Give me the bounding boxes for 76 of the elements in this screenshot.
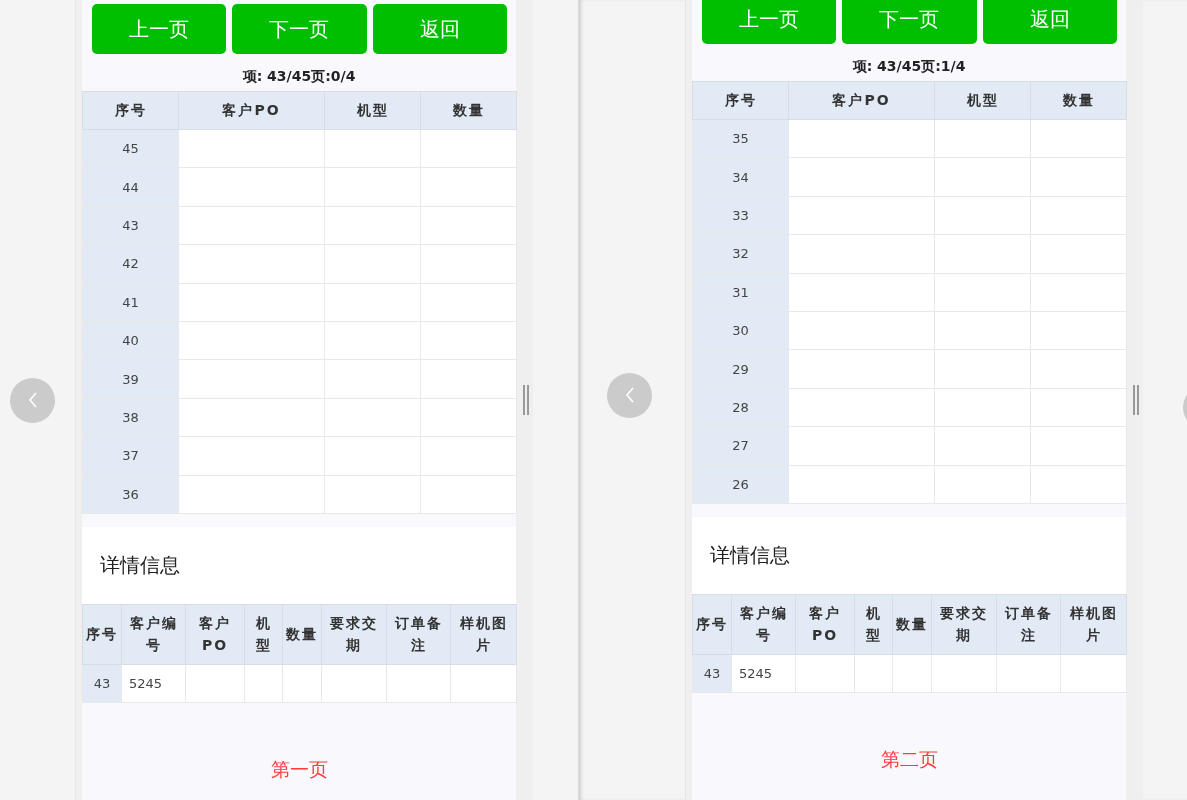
section-title: 详情信息 [710, 541, 790, 569]
column-header: 序号 [692, 81, 789, 120]
column-header: 样机图片 [1060, 594, 1127, 655]
table-cell: 38 [82, 398, 179, 437]
page-info: 项: 43/45页:1/4 [851, 58, 967, 76]
table-cell: 44 [82, 167, 179, 207]
table-cell: 28 [692, 388, 789, 427]
table-cell: 5245 [731, 654, 796, 693]
table-cell [282, 664, 322, 703]
column-header: 订单备注 [996, 594, 1061, 655]
table-cell: 33 [692, 196, 789, 235]
table-cell: 26 [692, 465, 789, 504]
page-button[interactable]: 下一页 [232, 4, 367, 54]
page-button[interactable]: 返回 [982, 0, 1117, 44]
column-header: 客户编号 [121, 604, 186, 665]
column-header: 数量 [1030, 81, 1127, 120]
page-button[interactable]: 下一页 [842, 0, 977, 44]
table-cell [321, 664, 387, 703]
column-header: 机型 [244, 604, 283, 665]
page-label: 第二页 [879, 746, 939, 772]
previous-slide-button[interactable] [10, 377, 55, 423]
column-header: 数量 [892, 594, 932, 655]
table-cell [795, 654, 855, 693]
chevron-left-icon [624, 386, 635, 404]
table-cell: 39 [82, 359, 179, 399]
table-cell: 45 [82, 129, 179, 168]
section-title: 详情信息 [100, 551, 180, 579]
table-cell: 29 [692, 349, 789, 389]
table-cell: 32 [692, 234, 789, 274]
column-header: 序号 [82, 604, 122, 665]
column-header: 要求交期 [321, 604, 387, 665]
table-cell: 40 [82, 321, 179, 360]
column-header: 客户PO [185, 604, 245, 665]
table-cell: 43 [692, 654, 732, 693]
table-cell: 35 [692, 119, 789, 158]
column-header: 样机图片 [450, 604, 517, 665]
table-cell [386, 664, 451, 703]
table-cell [931, 654, 997, 693]
column-header: 数量 [282, 604, 322, 665]
table-cell: 27 [692, 426, 789, 465]
table-cell: 36 [82, 475, 179, 514]
resize-handle[interactable] [1133, 385, 1139, 415]
table-cell: 41 [82, 283, 179, 322]
resize-handle[interactable] [523, 385, 529, 415]
table-cell: 42 [82, 244, 179, 284]
table-cell [244, 664, 283, 703]
column-header: 机型 [324, 91, 421, 130]
table-cell: 43 [82, 664, 122, 703]
previous-slide-button[interactable] [607, 372, 652, 418]
column-header: 序号 [82, 91, 179, 130]
table-cell [185, 664, 245, 703]
column-header: 数量 [420, 91, 517, 130]
table-cell: 5245 [121, 664, 186, 703]
column-header: 序号 [692, 594, 732, 655]
table-cell [996, 654, 1061, 693]
column-header: 客户PO [178, 91, 325, 130]
column-header: 机型 [934, 81, 1031, 120]
table-cell: 34 [692, 157, 789, 197]
table-cell: 30 [692, 311, 789, 350]
table-cell: 43 [82, 206, 179, 245]
table-cell: 31 [692, 273, 789, 312]
page-info: 项: 43/45页:0/4 [241, 68, 357, 86]
chevron-left-icon [27, 391, 38, 409]
column-header: 机型 [854, 594, 893, 655]
column-header: 客户编号 [731, 594, 796, 655]
table-cell: 37 [82, 436, 179, 475]
column-header: 要求交期 [931, 594, 997, 655]
table-cell [892, 654, 932, 693]
column-header: 客户PO [788, 81, 935, 120]
page-button[interactable]: 返回 [372, 4, 507, 54]
table-cell [854, 654, 893, 693]
column-header: 客户PO [795, 594, 855, 655]
page-label: 第一页 [269, 756, 329, 782]
column-header: 订单备注 [386, 604, 451, 665]
page-button[interactable]: 上一页 [702, 0, 837, 44]
page-button[interactable]: 上一页 [92, 4, 227, 54]
